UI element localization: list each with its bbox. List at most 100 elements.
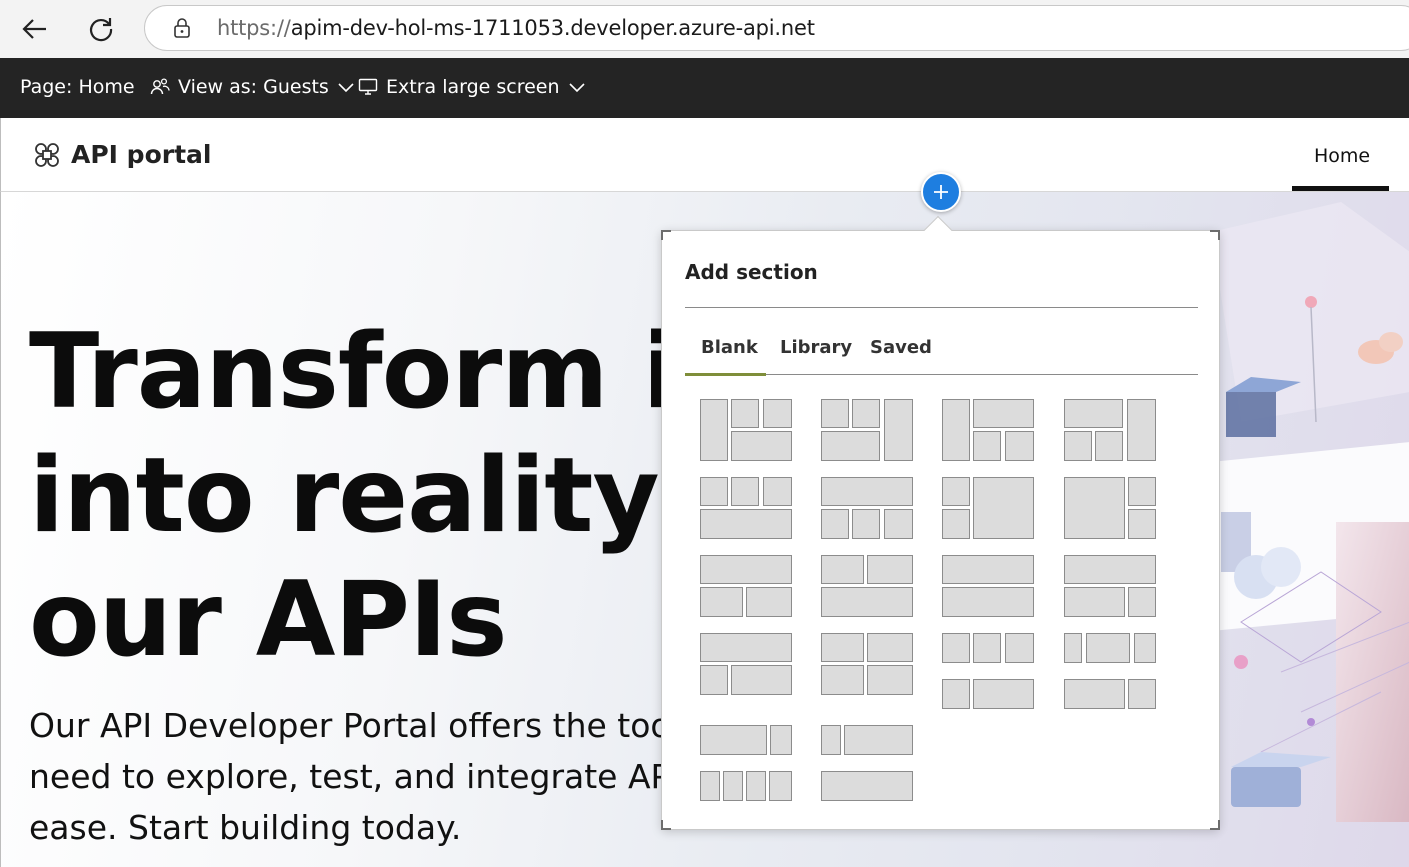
section-layout-option[interactable] <box>700 633 792 695</box>
layout-cell <box>973 477 1034 539</box>
layout-cell <box>1064 587 1125 617</box>
portal-logo[interactable]: API portal <box>33 140 211 169</box>
layout-cell <box>973 431 1001 461</box>
view-as-label: View as: Guests <box>178 76 329 98</box>
layout-cell <box>731 665 792 695</box>
section-layout-option[interactable] <box>700 725 792 755</box>
chevron-down-icon <box>338 83 354 93</box>
nav-home-label: Home <box>1314 145 1371 167</box>
section-layout-option[interactable] <box>1064 633 1156 663</box>
layout-cell <box>700 725 767 755</box>
section-layout-option[interactable] <box>700 477 792 539</box>
hero-subtitle-line: need to explore, test, and integrate API… <box>29 757 778 796</box>
section-layout-option[interactable] <box>821 477 913 539</box>
layout-cell <box>746 771 766 801</box>
section-layout-option[interactable] <box>700 771 792 801</box>
url-scheme: https:// <box>217 16 291 40</box>
layout-cell <box>1064 555 1156 584</box>
section-layout-option[interactable] <box>700 399 792 461</box>
layout-cell <box>973 399 1034 428</box>
layout-cell <box>700 477 728 506</box>
layout-grid <box>662 231 1221 831</box>
command-logo-icon <box>35 142 59 167</box>
section-layout-option[interactable] <box>942 555 1034 617</box>
layout-cell <box>852 509 880 539</box>
screen-size-label: Extra large screen <box>386 76 560 98</box>
layout-cell <box>1128 509 1156 539</box>
add-section-popup: Add section Blank Library Saved <box>661 230 1220 830</box>
layout-cell <box>973 633 1001 663</box>
layout-cell <box>821 587 913 617</box>
hero-subtitle-line: ease. Start building today. <box>29 808 462 847</box>
hero-subtitle: Our API Developer Portal offers the tool… <box>29 700 778 853</box>
layout-cell <box>942 477 970 506</box>
layout-cell <box>731 399 759 428</box>
layout-cell <box>1005 633 1034 663</box>
layout-cell <box>1128 587 1156 617</box>
page-selector[interactable]: Page: Home <box>20 76 135 98</box>
refresh-icon <box>90 18 113 42</box>
page-selector-label: Page: Home <box>20 76 135 98</box>
portal-header: API portal Home <box>0 118 1409 192</box>
layout-cell <box>884 509 913 539</box>
layout-cell <box>942 679 970 709</box>
section-layout-option[interactable] <box>821 633 913 695</box>
users-icon <box>150 78 170 95</box>
back-button[interactable] <box>18 12 52 46</box>
editor-toolbar: Page: Home View as: Guests Extra large s… <box>0 58 1409 118</box>
chevron-down-icon <box>568 83 585 93</box>
layout-cell <box>700 509 792 539</box>
layout-cell <box>746 587 792 617</box>
view-as-selector[interactable]: View as: Guests <box>150 76 355 98</box>
section-layout-option[interactable] <box>942 399 1034 461</box>
layout-cell <box>884 399 913 461</box>
layout-cell <box>1064 431 1092 461</box>
section-layout-option[interactable] <box>821 771 913 801</box>
layout-cell <box>731 477 759 506</box>
layout-cell <box>821 633 864 662</box>
layout-cell <box>700 555 792 584</box>
section-layout-option[interactable] <box>1064 555 1156 617</box>
layout-cell <box>731 431 792 461</box>
section-layout-option[interactable] <box>700 555 792 617</box>
browser-toolbar: https://apim-dev-hol-ms-1711053.develope… <box>0 0 1409 58</box>
section-layout-option[interactable] <box>942 633 1034 663</box>
section-layout-option[interactable] <box>821 399 913 461</box>
add-section-button[interactable] <box>921 172 961 212</box>
layout-cell <box>1064 633 1082 663</box>
layout-cell <box>821 665 864 695</box>
layout-cell <box>700 771 720 801</box>
layout-cell <box>1128 477 1156 506</box>
layout-cell <box>763 477 792 506</box>
layout-cell <box>821 477 913 506</box>
layout-cell <box>821 771 913 801</box>
layout-cell <box>821 399 849 428</box>
layout-cell <box>942 587 1034 617</box>
layout-cell <box>867 633 913 662</box>
section-layout-option[interactable] <box>1064 477 1156 539</box>
layout-cell <box>844 725 913 755</box>
layout-cell <box>942 633 970 663</box>
nav-active-indicator <box>1292 186 1389 191</box>
portal-title: API portal <box>71 140 212 169</box>
arrow-left-icon <box>22 19 46 39</box>
section-layout-option[interactable] <box>1064 679 1156 709</box>
section-layout-option[interactable] <box>821 555 913 617</box>
layout-cell <box>700 587 743 617</box>
refresh-button[interactable] <box>84 12 118 46</box>
layout-cell <box>1064 477 1125 539</box>
section-layout-option[interactable] <box>942 477 1034 539</box>
url-text: https://apim-dev-hol-ms-1711053.develope… <box>217 16 815 40</box>
layout-cell <box>821 555 864 584</box>
layout-cell <box>973 679 1034 709</box>
layout-cell <box>763 399 792 428</box>
plus-icon <box>934 185 948 199</box>
layout-cell <box>1127 399 1156 461</box>
nav-link-home[interactable]: Home <box>1292 118 1389 191</box>
layout-cell <box>1095 431 1123 461</box>
address-bar[interactable]: https://apim-dev-hol-ms-1711053.develope… <box>144 5 1409 51</box>
section-layout-option[interactable] <box>1064 399 1156 461</box>
screen-size-selector[interactable]: Extra large screen <box>358 76 586 98</box>
section-layout-option[interactable] <box>942 679 1034 709</box>
section-layout-option[interactable] <box>821 725 913 755</box>
